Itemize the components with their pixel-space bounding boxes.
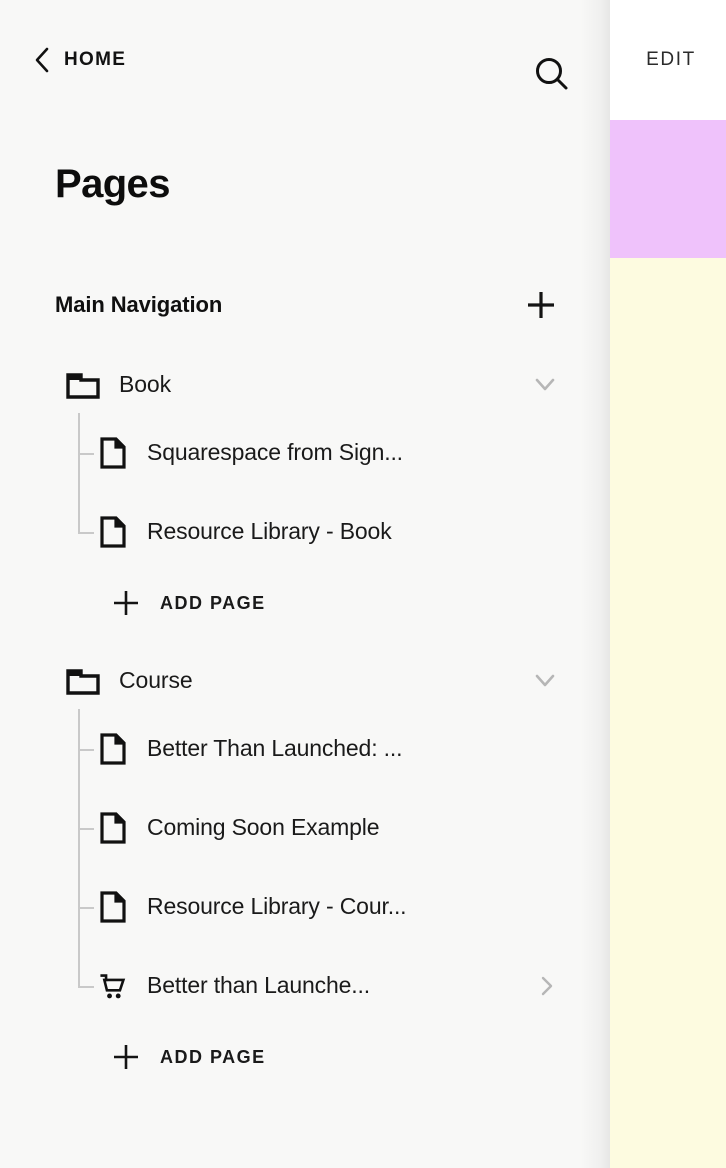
page-label: Squarespace from Sign... bbox=[147, 439, 403, 465]
page-row-1-2[interactable]: Resource Library - Cour... bbox=[0, 867, 610, 946]
tree-connector-tick bbox=[78, 452, 94, 455]
folder-children: Better Than Launched: ... Coming Soon Ex… bbox=[0, 709, 610, 1025]
tree-connector-tick bbox=[78, 531, 94, 534]
page-row-1-0[interactable]: Better Than Launched: ... bbox=[0, 709, 610, 788]
folder-label: Course bbox=[119, 666, 193, 693]
nav-group-book: Book Squarespace from Sign... Resource L… bbox=[0, 355, 610, 635]
chevron-left-icon bbox=[35, 47, 49, 73]
page-icon bbox=[100, 811, 126, 844]
nav-group-course: Course Better Than Launched: ... Coming … bbox=[0, 651, 610, 1089]
page-icon bbox=[100, 890, 126, 923]
folder-row-course[interactable]: Course bbox=[0, 651, 610, 709]
add-page-label: ADD PAGE bbox=[160, 1046, 266, 1067]
tree-connector-tick bbox=[78, 985, 94, 988]
edit-button[interactable]: EDIT bbox=[640, 49, 696, 71]
plus-icon bbox=[114, 1045, 138, 1069]
page-row-1-3[interactable]: Better than Launche... bbox=[0, 946, 610, 1025]
site-preview: EDIT bbox=[610, 0, 726, 1168]
page-icon bbox=[100, 732, 126, 765]
add-page-label: ADD PAGE bbox=[160, 592, 266, 613]
pages-panel: HOME Pages Main Navigation Book Squaresp… bbox=[0, 0, 610, 1168]
chevron-down-icon bbox=[535, 674, 555, 687]
page-title: Pages bbox=[55, 162, 170, 206]
page-row-0-1[interactable]: Resource Library - Book bbox=[0, 492, 610, 571]
folder-label: Book bbox=[119, 370, 172, 397]
plus-icon bbox=[114, 591, 138, 615]
page-icon bbox=[100, 436, 126, 469]
section-title: Main Navigation bbox=[55, 292, 223, 317]
page-label: Resource Library - Cour... bbox=[147, 893, 407, 919]
preview-body bbox=[610, 258, 726, 1168]
page-label: Resource Library - Book bbox=[147, 518, 392, 544]
preview-color-band bbox=[610, 120, 726, 258]
search-icon bbox=[536, 58, 568, 90]
page-label: Better Than Launched: ... bbox=[147, 735, 403, 761]
pages-panel-screen: EDIT HOME Pages Main Navigation Book Squ… bbox=[0, 0, 726, 1168]
collapse-folder-button[interactable] bbox=[532, 371, 558, 397]
preview-topbar: EDIT bbox=[610, 0, 726, 120]
back-to-home-button[interactable]: HOME bbox=[34, 47, 126, 73]
page-icon bbox=[100, 515, 126, 548]
search-button[interactable] bbox=[530, 52, 574, 96]
page-row-1-1[interactable]: Coming Soon Example bbox=[0, 788, 610, 867]
folder-row-book[interactable]: Book bbox=[0, 355, 610, 413]
plus-icon bbox=[528, 292, 554, 318]
pages-tree: Book Squarespace from Sign... Resource L… bbox=[0, 355, 610, 1089]
tree-connector-tick bbox=[78, 748, 94, 751]
folder-children: Squarespace from Sign... Resource Librar… bbox=[0, 413, 610, 571]
add-page-button[interactable]: ADD PAGE bbox=[0, 1025, 610, 1089]
panel-header: HOME bbox=[0, 0, 610, 120]
back-label: HOME bbox=[64, 49, 127, 70]
page-row-0-0[interactable]: Squarespace from Sign... bbox=[0, 413, 610, 492]
add-navigation-item-button[interactable] bbox=[524, 288, 558, 322]
add-page-button[interactable]: ADD PAGE bbox=[0, 571, 610, 635]
tree-connector-tick bbox=[78, 827, 94, 830]
page-label: Better than Launche... bbox=[147, 972, 371, 998]
tree-connector-tick bbox=[78, 906, 94, 909]
page-label: Coming Soon Example bbox=[147, 814, 380, 840]
chevron-down-icon bbox=[535, 378, 555, 391]
open-page-button[interactable] bbox=[536, 975, 558, 997]
collapse-folder-button[interactable] bbox=[532, 667, 558, 693]
folder-icon bbox=[66, 669, 100, 695]
cart-icon bbox=[100, 973, 126, 998]
section-header: Main Navigation bbox=[55, 287, 558, 323]
chevron-right-icon bbox=[541, 976, 553, 995]
folder-icon bbox=[66, 373, 100, 399]
